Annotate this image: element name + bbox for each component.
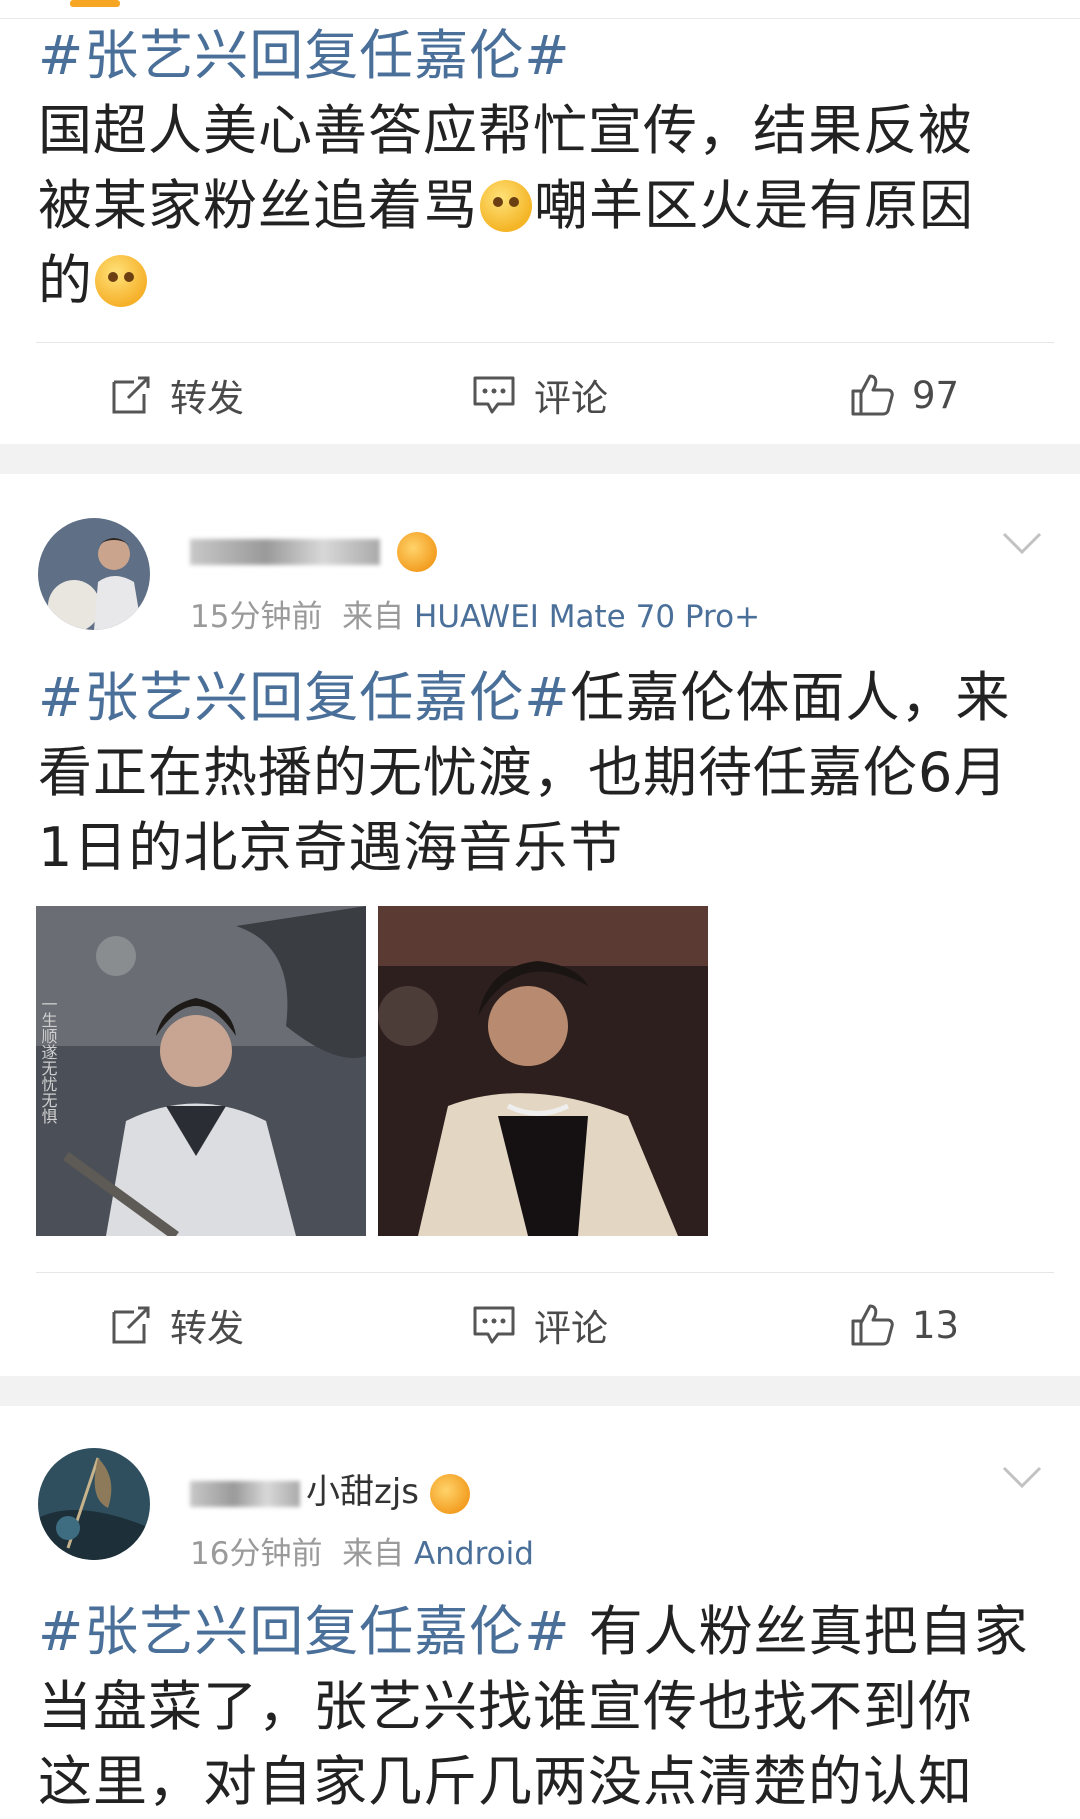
repost-label: 转发 [170, 377, 244, 420]
post-image-2[interactable] [378, 906, 708, 1236]
hashtag-link[interactable]: #张艺兴回复任嘉伦# [38, 666, 571, 729]
post-text-line: 被某家粉丝追着骂 [38, 174, 478, 237]
dizzy-emoji-icon [480, 180, 532, 232]
post-text-line: 国超人美心善答应帮忙宣传，结果反被 [38, 99, 973, 162]
repost-button[interactable]: 转发 [110, 1280, 244, 1370]
post-text-line: 有人粉丝真把自家 [570, 1600, 1029, 1663]
action-bar: 转发 评论 13 [0, 1280, 1080, 1370]
repost-label: 转发 [170, 1307, 244, 1350]
post-meta: 15分钟前 来自 HUAWEI Mate 70 Pro+ [190, 599, 761, 635]
username[interactable] [190, 530, 437, 572]
comment-button[interactable]: 评论 [472, 350, 608, 440]
comment-label: 评论 [534, 1307, 608, 1350]
like-count: 13 [912, 1303, 960, 1347]
like-icon [851, 374, 894, 416]
chevron-down-icon[interactable] [1002, 1466, 1042, 1490]
like-count: 97 [912, 373, 960, 417]
like-button[interactable]: 13 [850, 1280, 959, 1370]
post-text-line: 看正在热播的无忧渡，也期待任嘉伦6月 [38, 741, 1009, 804]
repost-button[interactable]: 转发 [110, 350, 244, 440]
comment-button[interactable]: 评论 [472, 1280, 608, 1370]
hug-emoji-icon [95, 255, 147, 307]
like-icon [851, 1304, 894, 1346]
post-time: 15分钟前 [190, 599, 323, 635]
post-time: 16分钟前 [190, 1536, 323, 1572]
like-button[interactable]: 97 [850, 350, 959, 440]
post-text-line: 嘲羊区火是有原因 [534, 174, 974, 237]
divider [36, 1272, 1054, 1273]
post-separator [0, 1376, 1080, 1406]
post-image-1[interactable]: 一生顺遂无忧无惧 [36, 906, 366, 1236]
username-redacted [190, 1480, 300, 1507]
post-separator [0, 444, 1080, 474]
hashtag-link[interactable]: #张艺兴回复任嘉伦# [38, 24, 571, 87]
repost-icon [112, 1306, 150, 1344]
repost-icon [112, 376, 150, 414]
comment-icon [473, 1306, 515, 1344]
action-bar: 转发 评论 97 [0, 350, 1080, 440]
post-source[interactable]: Android [414, 1536, 534, 1572]
post-text-line: 1日的北京奇遇海音乐节 [38, 816, 624, 879]
tab-indicator [70, 0, 120, 7]
post-text-line: 任嘉伦体面人，来 [570, 666, 1011, 729]
svg-text:一生顺遂无忧无惧: 一生顺遂无忧无惧 [39, 996, 58, 1124]
divider [36, 342, 1054, 343]
post-3-text: #张艺兴回复任嘉伦# 有人粉丝真把自家 当盘菜了，张艺兴找谁宣传也找不到你 这里… [38, 1594, 1048, 1819]
username-redacted [190, 538, 380, 565]
post-source[interactable]: HUAWEI Mate 70 Pro+ [414, 599, 760, 635]
post-1-text: #张艺兴回复任嘉伦# 国超人美心善答应帮忙宣传，结果反被 被某家粉丝追着骂 嘲羊区… [38, 18, 1048, 318]
post-text-line: 这里，对自家几斤几两没点清楚的认知 [38, 1750, 973, 1813]
fan-badge-icon [429, 1473, 470, 1514]
avatar[interactable] [38, 518, 150, 630]
fan-badge-icon [396, 531, 437, 572]
post-meta: 16分钟前 来自 Android [190, 1536, 534, 1572]
avatar[interactable] [38, 1448, 150, 1560]
username[interactable]: 小甜zjs [190, 1464, 470, 1514]
hashtag-link[interactable]: #张艺兴回复任嘉伦# [38, 1600, 571, 1663]
post-text-line: 当盘菜了，张艺兴找谁宣传也找不到你 [38, 1675, 973, 1738]
post-text-line: 的 [38, 249, 93, 312]
chevron-down-icon[interactable] [1002, 532, 1042, 556]
comment-icon [473, 376, 515, 414]
comment-label: 评论 [534, 377, 608, 420]
post-2-text: #张艺兴回复任嘉伦#任嘉伦体面人，来 看正在热播的无忧渡，也期待任嘉伦6月 1日… [38, 660, 1048, 885]
